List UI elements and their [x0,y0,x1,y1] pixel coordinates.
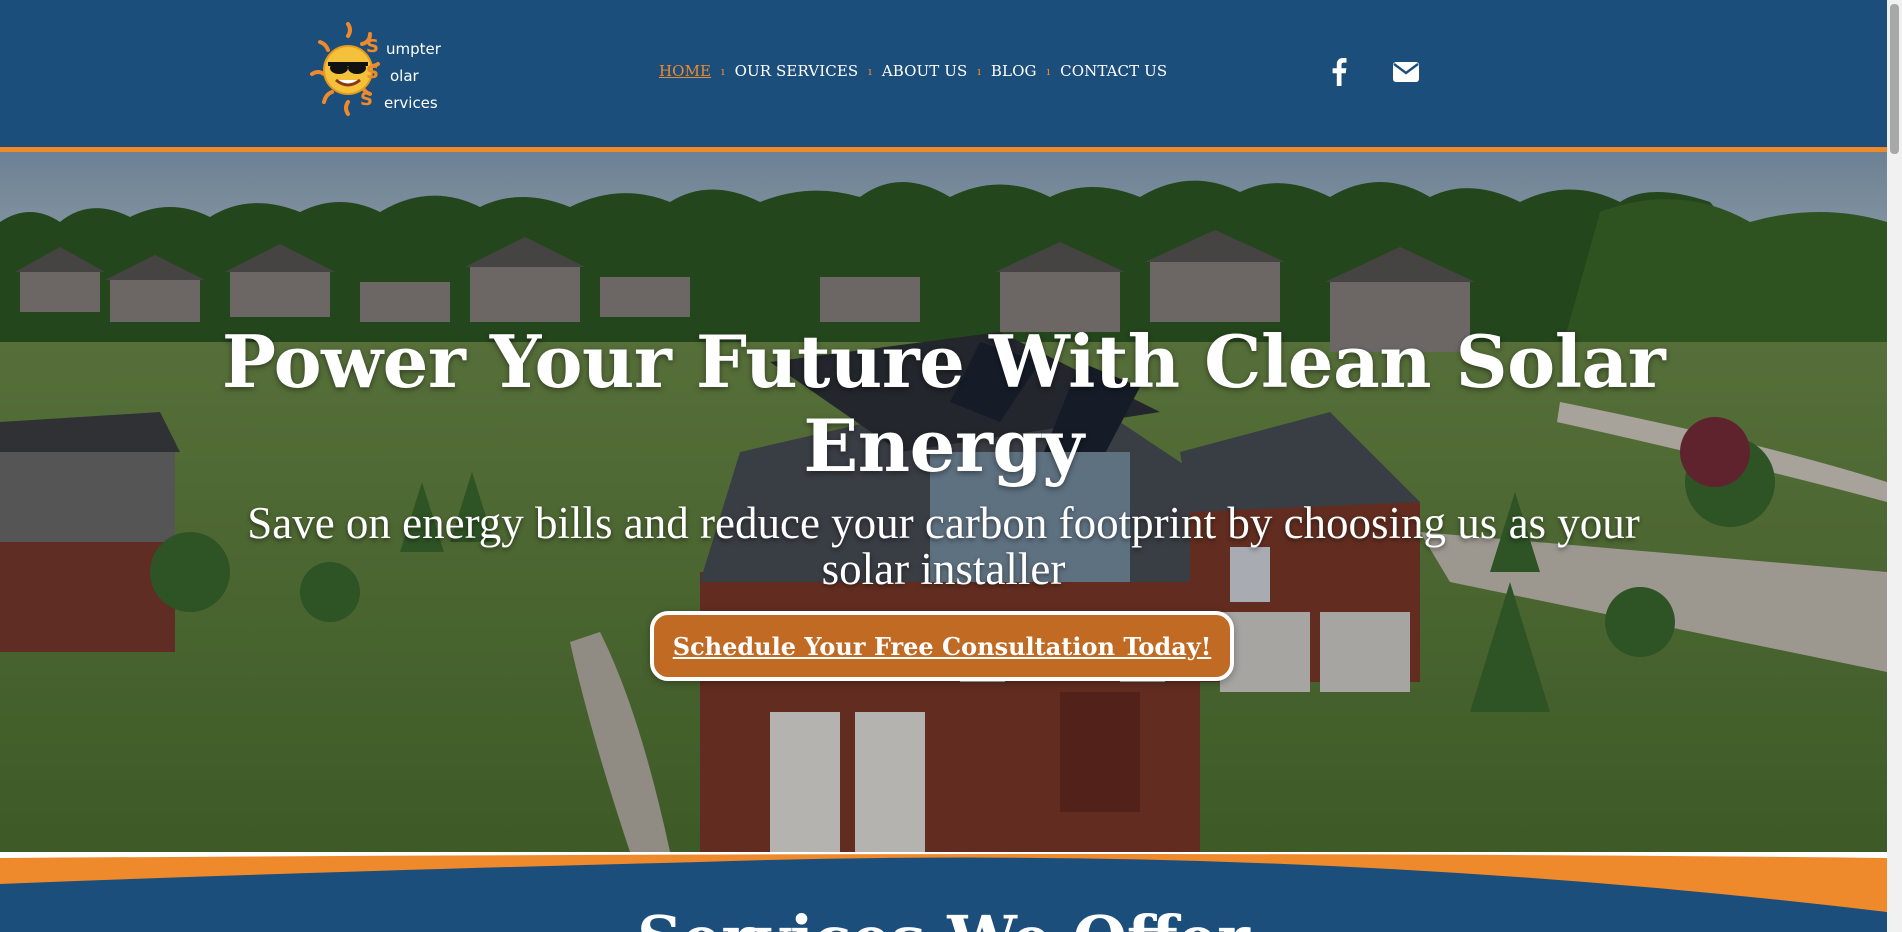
envelope-icon[interactable] [1393,62,1419,82]
logo-line-3: ervices [384,94,438,112]
logo-line-1: umpter [386,40,441,58]
nav-separator: ı [721,64,725,78]
nav-separator: ı [868,64,872,78]
vertical-scrollbar[interactable] [1887,0,1902,932]
schedule-consultation-button[interactable]: Schedule Your Free Consultation Today! [650,611,1234,681]
hero-title: Power Your Future With Clean Solar Energ… [221,319,1666,488]
hero-subtitle: Save on energy bills and reduce your car… [247,498,1640,594]
main-nav: HOME ı OUR SERVICES ı ABOUT US ı BLOG ı … [659,62,1167,80]
nav-our-services[interactable]: OUR SERVICES [735,62,859,80]
nav-separator: ı [1046,64,1051,78]
facebook-icon[interactable] [1331,58,1347,86]
nav-home[interactable]: HOME [659,62,711,80]
scrollbar-thumb[interactable] [1890,4,1899,154]
services-section: Services We Offer [0,852,1887,932]
sun-logo-icon: S S S [310,22,380,116]
nav-separator: ı [977,64,981,78]
logo-text: umpter olar ervices [372,36,452,117]
site-logo[interactable]: S S S umpter olar ervices [310,22,450,118]
services-title: Services We Offer [0,904,1887,932]
hero-section: Power Your Future With Clean Solar Energ… [0,152,1887,852]
nav-contact-us[interactable]: CONTACT US [1060,62,1167,80]
page: S S S umpter olar ervices HOME ı OUR SER… [0,0,1887,932]
site-header: S S S umpter olar ervices HOME ı OUR SER… [0,0,1887,152]
logo-line-2: olar [390,67,419,85]
nav-about-us[interactable]: ABOUT US [882,62,968,80]
nav-blog[interactable]: BLOG [991,62,1037,80]
